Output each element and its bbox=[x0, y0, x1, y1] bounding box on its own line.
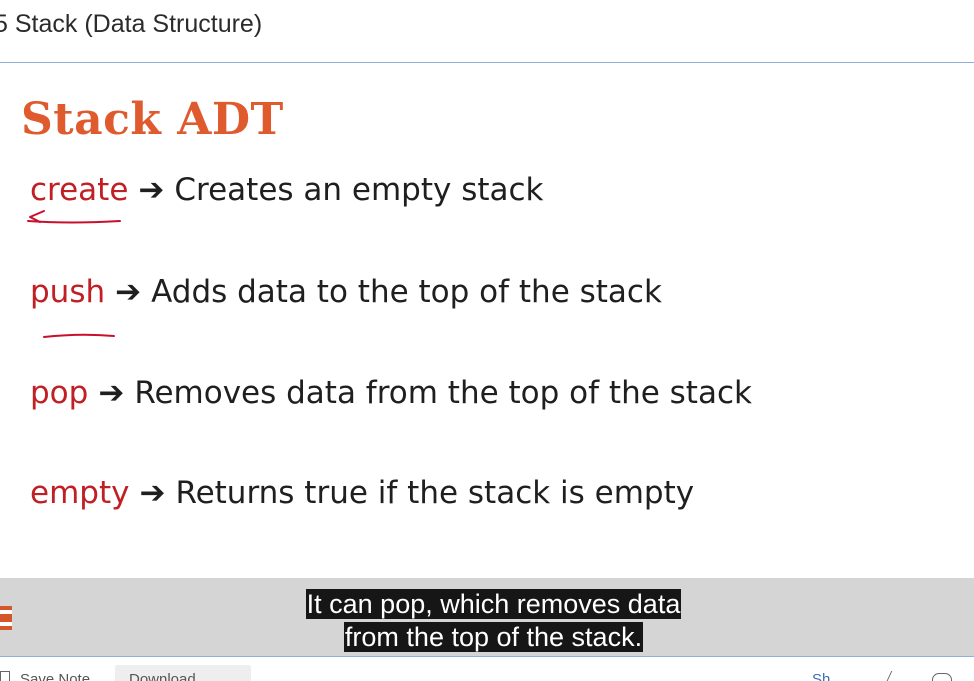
tick-create bbox=[29, 210, 45, 223]
operation-description: Creates an empty stack bbox=[174, 172, 544, 208]
operation-create: create ➔ Creates an empty stack bbox=[30, 170, 544, 210]
subtitle-line-2: from the top of the stack. bbox=[343, 622, 644, 652]
bottom-toolbar: Save Note Download Sh bbox=[0, 656, 974, 681]
arrow-icon: ➔ bbox=[98, 375, 125, 411]
title-bar: 5 Stack (Data Structure) bbox=[0, 0, 974, 63]
operation-name: create bbox=[30, 172, 129, 208]
chat-icon[interactable] bbox=[932, 673, 952, 681]
operation-pop: pop ➔ Removes data from the top of the sta… bbox=[30, 373, 752, 413]
download-label: Download bbox=[129, 671, 196, 681]
note-icon bbox=[0, 671, 10, 681]
save-note-button[interactable]: Save Note bbox=[20, 671, 90, 681]
arrow-icon: ➔ bbox=[139, 475, 166, 511]
operation-description: Adds data to the top of the stack bbox=[151, 274, 662, 310]
arrow-icon: ➔ bbox=[115, 274, 142, 310]
subtitle-line-1: It can pop, which removes data bbox=[305, 589, 682, 619]
download-button[interactable]: Download bbox=[115, 665, 251, 681]
operation-name: push bbox=[30, 274, 106, 310]
operation-name: empty bbox=[30, 475, 130, 511]
share-button[interactable]: Sh bbox=[812, 671, 830, 681]
underline-push bbox=[43, 333, 115, 338]
operation-empty: empty ➔ Returns true if the stack is empty bbox=[30, 473, 694, 513]
video-player[interactable]: Stack ADT create ➔ Creates an empty stack … bbox=[0, 64, 974, 656]
operation-push: push ➔ Adds data to the top of the stack bbox=[30, 272, 662, 312]
app-window: 5 Stack (Data Structure) Stack ADT creat… bbox=[0, 0, 974, 681]
operation-description: Returns true if the stack is empty bbox=[175, 475, 695, 511]
underline-create bbox=[27, 220, 121, 224]
slide-title: Stack ADT bbox=[21, 94, 284, 145]
subtitle: It can pop, which removes data from the … bbox=[0, 588, 974, 654]
arrow-icon: ➔ bbox=[138, 172, 165, 208]
window-title: 5 Stack (Data Structure) bbox=[0, 10, 263, 38]
operation-description: Removes data from the top of the stack bbox=[134, 375, 752, 411]
pen-icon[interactable] bbox=[884, 671, 905, 681]
caption-band: It can pop, which removes data from the … bbox=[0, 578, 974, 656]
operation-name: pop bbox=[30, 375, 89, 411]
